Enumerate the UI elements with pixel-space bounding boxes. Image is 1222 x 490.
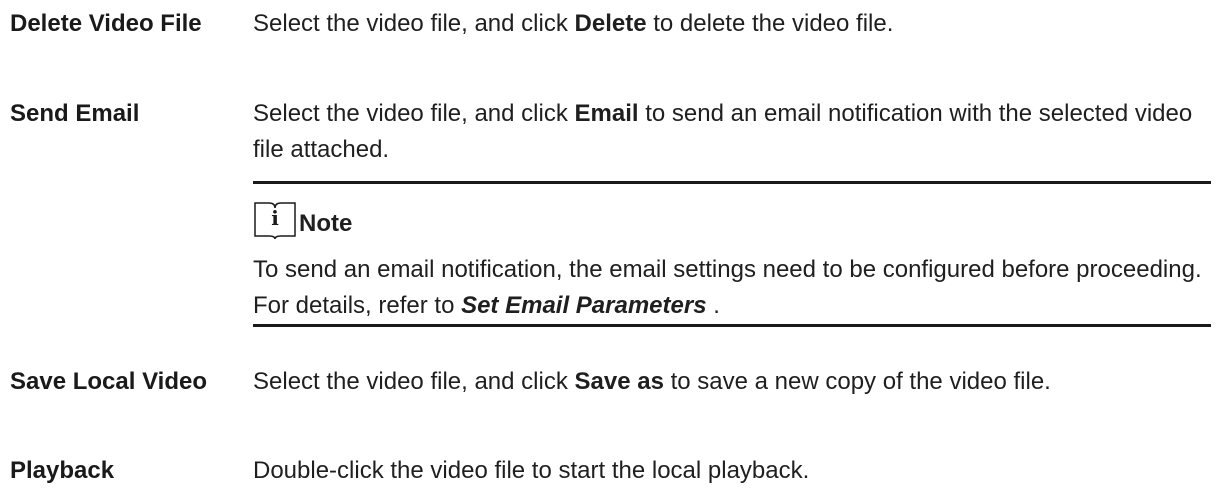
delete-keyword: Delete [574,10,647,37]
desc-delete-video-file: Select the video file, and click Delete … [253,6,1213,42]
desc-text: Select the video file, and click [253,10,575,37]
note-box: i Note To send an email notification, th… [253,181,1211,327]
note-header: i Note [253,196,352,240]
desc-text: to delete the video file. [646,10,894,37]
desc-send-email: Select the video file, and click Email t… [253,96,1213,168]
email-keyword: Email [574,100,639,127]
set-email-parameters-link[interactable]: Set Email Parameters [461,292,706,319]
desc-playback: Double-click the video file to start the… [253,457,810,484]
term-save-local-video: Save Local Video [10,368,207,395]
desc-text: Select the video file, and click [253,100,575,127]
term-playback: Playback [10,457,115,484]
note-body: To send an email notification, the email… [253,252,1211,324]
term-send-email: Send Email [10,100,140,127]
save-as-keyword: Save as [574,368,664,395]
note-text: To send an email notification, the email… [253,256,1202,319]
desc-save-local-video: Select the video file, and click Save as… [253,364,1213,400]
info-icon: i [254,202,296,240]
note-title: Note [299,210,353,237]
desc-text: to save a new copy of the video file. [663,368,1051,395]
note-text: . [706,292,720,319]
desc-text: Select the video file, and click [253,368,575,395]
svg-text:i: i [271,206,279,230]
term-delete-video-file: Delete Video File [10,10,202,37]
